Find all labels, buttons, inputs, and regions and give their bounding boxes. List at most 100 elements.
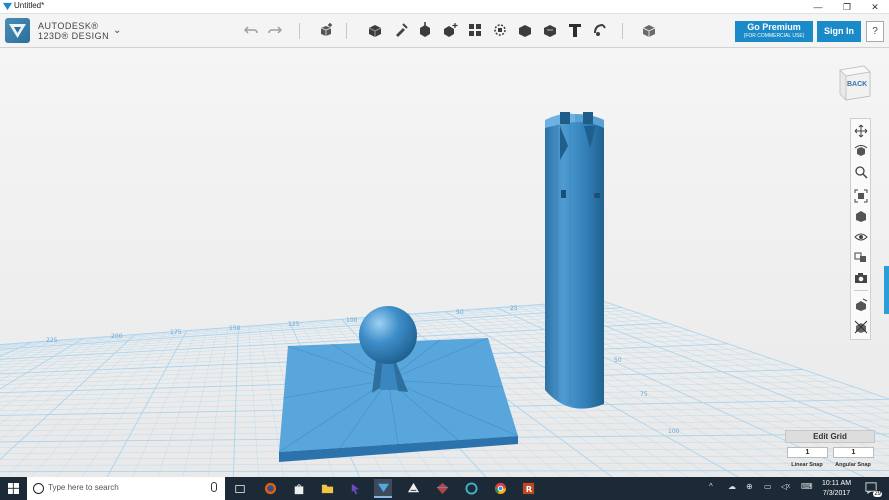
zoom-icon[interactable] bbox=[853, 164, 869, 180]
go-premium-button[interactable]: Go Premium (FOR COMMERCIAL USE) bbox=[735, 21, 813, 42]
taskbar-search-box[interactable]: Type here to search bbox=[27, 477, 225, 500]
modify-icon[interactable] bbox=[416, 21, 434, 39]
keyboard-icon[interactable]: ⌨ bbox=[801, 482, 813, 491]
grid-line bbox=[0, 469, 889, 473]
toolbar-separator bbox=[346, 23, 347, 39]
grid-label: 125 bbox=[288, 321, 300, 328]
linear-snap-label: Linear Snap bbox=[791, 462, 823, 468]
toolbar-separator bbox=[299, 23, 300, 39]
firefox-icon[interactable] bbox=[261, 479, 279, 498]
battery-icon[interactable]: ▭ bbox=[764, 482, 772, 491]
grid-line bbox=[0, 337, 84, 390]
pattern-icon[interactable] bbox=[441, 21, 459, 39]
clock-time: 10:11 AM bbox=[822, 480, 852, 487]
angular-snap-label: Angular Snap bbox=[835, 462, 871, 468]
product-name: 123D® DESIGN bbox=[38, 31, 110, 41]
taskbar-clock[interactable]: 10:11 AM 7/3/2017 bbox=[822, 479, 851, 499]
snap-icon[interactable] bbox=[591, 21, 609, 39]
construct-icon[interactable] bbox=[392, 21, 410, 39]
grid-label: 100 bbox=[346, 317, 358, 324]
chrome-icon[interactable] bbox=[491, 479, 509, 498]
app-menu-chevron-icon[interactable]: ⌄ bbox=[113, 25, 121, 36]
app-cursor-icon[interactable] bbox=[346, 479, 364, 498]
scene-canvas: 225 200 175 150 125 100 75 50 25 50 75 1… bbox=[0, 112, 889, 477]
show-hidden-icons-icon[interactable]: ^ bbox=[709, 482, 713, 491]
linear-snap-input[interactable]: 1 bbox=[787, 447, 828, 458]
grid-label: 50 bbox=[614, 357, 622, 364]
3d-viewport[interactable]: 225 200 175 150 125 100 75 50 25 50 75 1… bbox=[0, 48, 889, 477]
grid-label: 175 bbox=[170, 329, 182, 336]
fit-icon[interactable] bbox=[853, 188, 869, 204]
grid-label: 150 bbox=[229, 325, 241, 332]
redo-icon[interactable] bbox=[266, 21, 284, 39]
brand-name: AUTODESK® bbox=[38, 21, 99, 31]
navigation-bar bbox=[850, 118, 871, 340]
start-button[interactable] bbox=[0, 477, 26, 500]
orbit-icon[interactable] bbox=[853, 143, 869, 159]
grid-line bbox=[0, 462, 889, 466]
grouping-icon[interactable] bbox=[466, 21, 484, 39]
views-icon[interactable] bbox=[853, 208, 869, 224]
app-menu-logo[interactable] bbox=[5, 18, 30, 43]
grid-line bbox=[0, 303, 610, 347]
main-toolbar: AUTODESK® 123D® DESIGN ⌄ Go Premium (FOR… bbox=[0, 14, 889, 48]
toolbar-separator bbox=[622, 23, 623, 39]
grid-line bbox=[0, 341, 43, 362]
viewcube[interactable]: BACK bbox=[836, 64, 872, 102]
undo-icon[interactable] bbox=[242, 21, 260, 39]
app-circle-icon[interactable] bbox=[462, 479, 480, 498]
material-view-icon[interactable] bbox=[853, 249, 869, 265]
cortana-icon bbox=[33, 483, 44, 494]
sketch-icon[interactable] bbox=[366, 21, 384, 39]
pan-icon[interactable] bbox=[853, 123, 869, 139]
grid-line bbox=[0, 339, 63, 374]
edit-grid-button[interactable]: Edit Grid bbox=[785, 430, 875, 443]
minimize-button[interactable]: — bbox=[804, 0, 832, 14]
window-title-bar: Untitled* — ❐ ✕ bbox=[0, 0, 889, 14]
grid-label: 50 bbox=[456, 309, 464, 316]
navbar-separator bbox=[854, 290, 868, 291]
file-explorer-icon[interactable] bbox=[318, 479, 336, 498]
side-panel-tab[interactable] bbox=[884, 266, 889, 314]
settings-icon[interactable] bbox=[853, 319, 869, 335]
maximize-button[interactable]: ❐ bbox=[833, 0, 861, 14]
snap-grid-icon[interactable] bbox=[853, 297, 869, 313]
combine-icon[interactable] bbox=[491, 21, 509, 39]
angular-snap-input[interactable]: 1 bbox=[833, 447, 874, 458]
grid-label: 100 bbox=[668, 428, 680, 435]
network-icon[interactable]: ⊕ bbox=[746, 482, 753, 491]
tower-cylinder-model[interactable] bbox=[545, 112, 604, 409]
app-logo-icon bbox=[3, 2, 12, 11]
help-button[interactable]: ? bbox=[866, 21, 884, 42]
primitives-icon[interactable] bbox=[317, 21, 335, 39]
microphone-icon[interactable] bbox=[211, 482, 217, 492]
sign-in-button[interactable]: Sign In bbox=[817, 21, 861, 42]
volume-muted-icon[interactable]: ◁ᵡ bbox=[781, 482, 790, 491]
onedrive-icon[interactable]: ☁ bbox=[728, 482, 736, 491]
search-placeholder: Type here to search bbox=[48, 483, 119, 492]
visibility-icon[interactable] bbox=[853, 229, 869, 245]
svg-text:R: R bbox=[525, 484, 532, 494]
grid-label: 75 bbox=[640, 391, 648, 398]
autodesk-123d-icon[interactable] bbox=[374, 479, 392, 498]
task-view-icon[interactable] bbox=[231, 479, 249, 498]
grid-line bbox=[0, 341, 32, 357]
action-center-icon[interactable]: 29 bbox=[865, 481, 882, 497]
camera-icon[interactable] bbox=[853, 270, 869, 286]
grid-label: 225 bbox=[46, 337, 58, 344]
windows-logo-icon bbox=[7, 483, 19, 494]
notification-count-badge: 29 bbox=[873, 491, 882, 497]
clock-date: 7/3/2017 bbox=[822, 490, 851, 497]
close-button[interactable]: ✕ bbox=[861, 0, 889, 14]
inkscape-icon[interactable] bbox=[404, 479, 422, 498]
grid-label: 200 bbox=[111, 333, 123, 340]
store-icon[interactable] bbox=[290, 479, 308, 498]
app-gem-icon[interactable] bbox=[433, 479, 451, 498]
text-icon[interactable] bbox=[566, 21, 584, 39]
grid-label: 25 bbox=[510, 305, 518, 312]
measure-icon[interactable] bbox=[516, 21, 534, 39]
material-view-icon[interactable] bbox=[640, 21, 658, 39]
windows-taskbar: Type here to search R ^ ☁ ⊕ ▭ ◁ᵡ ⌨ 10:11… bbox=[0, 477, 889, 500]
material-icon[interactable] bbox=[541, 21, 559, 39]
app-r-icon[interactable]: R bbox=[519, 479, 537, 498]
